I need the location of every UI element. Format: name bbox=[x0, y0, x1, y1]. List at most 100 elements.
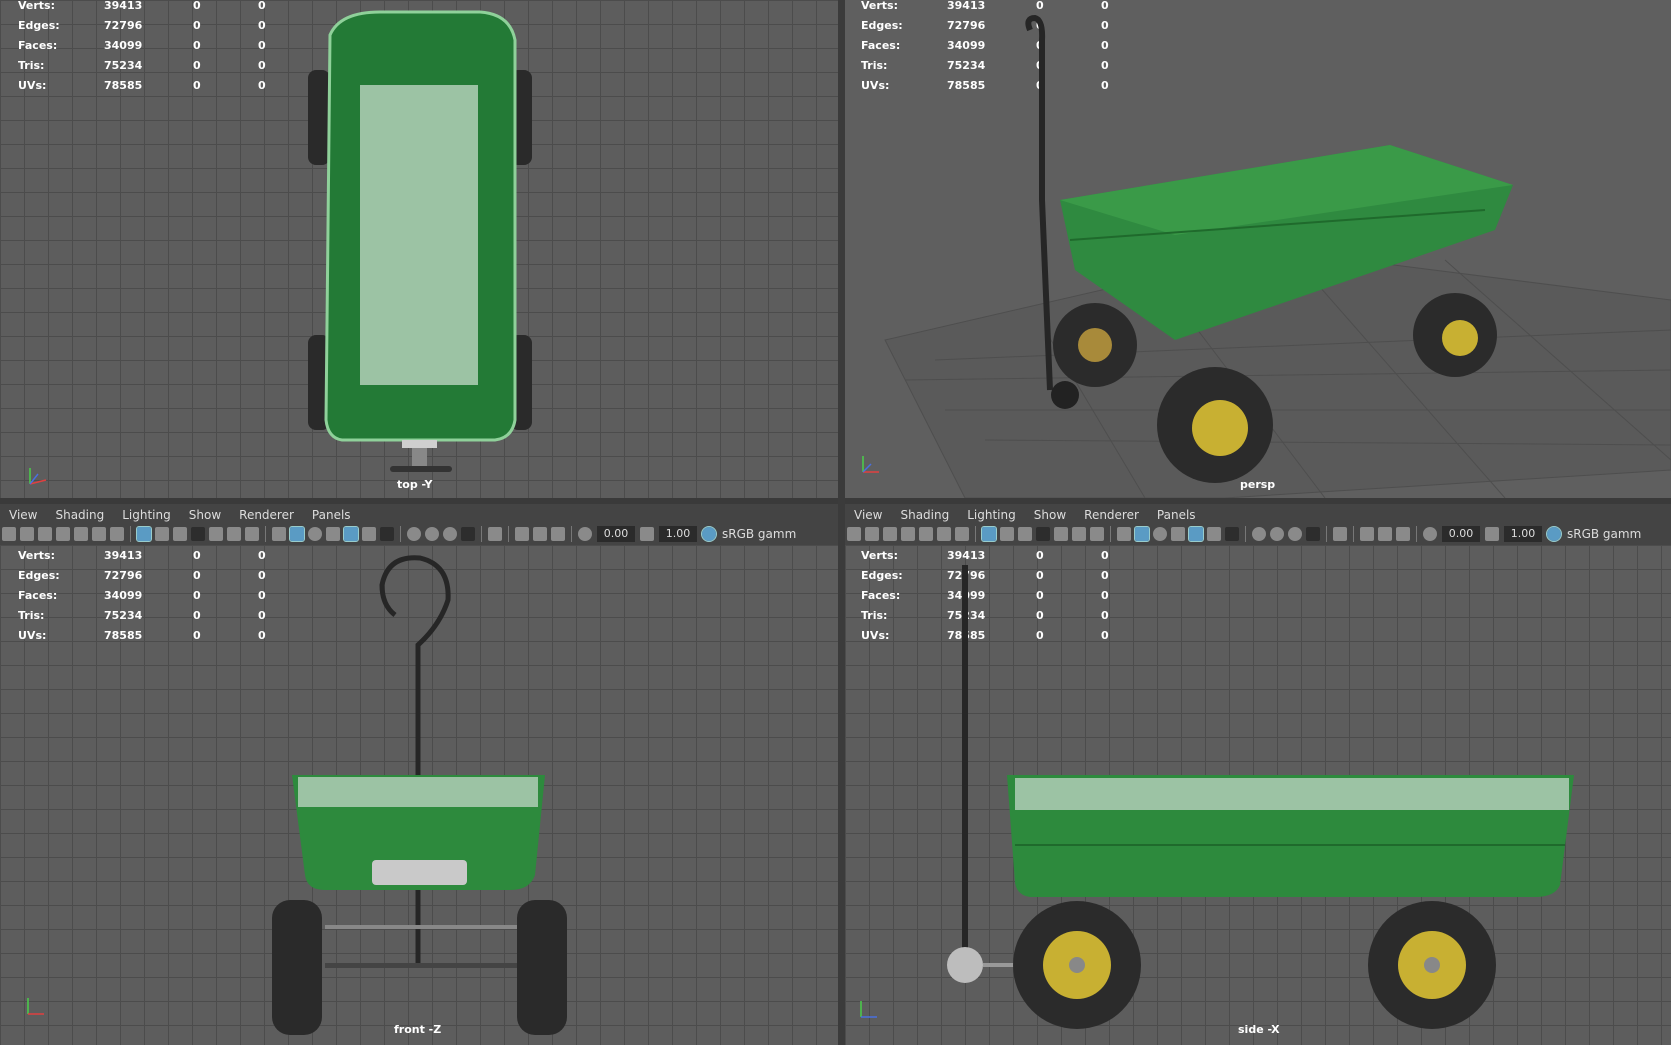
exposure-icon[interactable] bbox=[1423, 527, 1437, 541]
viewport-top[interactable]: Verts: 39413 0 0 Edges: 72796 0 0 Faces: 34099 0… bbox=[0, 0, 838, 498]
isolate-select-icon[interactable] bbox=[488, 527, 502, 541]
camera-lock-icon[interactable] bbox=[865, 527, 879, 541]
camera-icon[interactable] bbox=[847, 527, 861, 541]
resolution-gate-icon[interactable] bbox=[1018, 527, 1032, 541]
wireframe-icon[interactable] bbox=[272, 527, 286, 541]
camera-attrs-icon[interactable] bbox=[38, 527, 52, 541]
wagon-front-view[interactable] bbox=[0, 545, 838, 1045]
isolate-select-icon[interactable] bbox=[1333, 527, 1347, 541]
menu-renderer[interactable]: Renderer bbox=[230, 504, 303, 523]
gamma-field[interactable]: 1.00 bbox=[1504, 526, 1542, 542]
xray-components-icon[interactable] bbox=[551, 527, 565, 541]
grease-pencil-icon[interactable] bbox=[955, 527, 969, 541]
shadows-icon[interactable] bbox=[1225, 527, 1239, 541]
safe-action-icon[interactable] bbox=[1072, 527, 1086, 541]
toolbar-separator bbox=[1326, 526, 1327, 542]
2d-pan-icon[interactable] bbox=[937, 527, 951, 541]
screen-space-ao-icon[interactable] bbox=[407, 527, 421, 541]
wireframe-icon[interactable] bbox=[1117, 527, 1131, 541]
exposure-icon[interactable] bbox=[578, 527, 592, 541]
menu-view[interactable]: View bbox=[0, 504, 46, 523]
color-space-label[interactable]: sRGB gamm bbox=[722, 527, 796, 541]
resolution-gate-icon[interactable] bbox=[173, 527, 187, 541]
viewport-divider[interactable] bbox=[838, 0, 845, 1045]
color-management-icon[interactable] bbox=[701, 526, 717, 542]
2d-pan-icon[interactable] bbox=[92, 527, 106, 541]
exposure-field[interactable]: 0.00 bbox=[597, 526, 635, 542]
multisample-aa-icon[interactable] bbox=[1288, 527, 1302, 541]
toolbar-separator bbox=[571, 526, 572, 542]
textured-icon[interactable] bbox=[1188, 526, 1204, 542]
camera-label: persp bbox=[1240, 478, 1276, 491]
color-space-label[interactable]: sRGB gamm bbox=[1567, 527, 1641, 541]
screen-space-ao-icon[interactable] bbox=[1252, 527, 1266, 541]
camera-attrs-icon[interactable] bbox=[883, 527, 897, 541]
bookmark-icon[interactable] bbox=[901, 527, 915, 541]
field-chart-icon[interactable] bbox=[1054, 527, 1068, 541]
xray-icon[interactable] bbox=[515, 527, 529, 541]
wagon-persp-view[interactable] bbox=[845, 0, 1671, 498]
toolbar-separator bbox=[481, 526, 482, 542]
textured-icon[interactable] bbox=[343, 526, 359, 542]
camera-lock-icon[interactable] bbox=[20, 527, 34, 541]
menu-panels[interactable]: Panels bbox=[1148, 504, 1205, 523]
wagon-top-view[interactable] bbox=[0, 0, 838, 498]
image-plane-icon[interactable] bbox=[74, 527, 88, 541]
menu-show[interactable]: Show bbox=[1025, 504, 1075, 523]
safe-title-icon[interactable] bbox=[1090, 527, 1104, 541]
menu-lighting[interactable]: Lighting bbox=[113, 504, 180, 523]
image-plane-icon[interactable] bbox=[919, 527, 933, 541]
smooth-shade-icon[interactable] bbox=[1134, 526, 1150, 542]
menu-renderer[interactable]: Renderer bbox=[1075, 504, 1148, 523]
menu-panels[interactable]: Panels bbox=[303, 504, 360, 523]
toolbar-separator bbox=[400, 526, 401, 542]
xray-icon[interactable] bbox=[1360, 527, 1374, 541]
wagon-side-view[interactable] bbox=[845, 545, 1671, 1045]
gamma-icon[interactable] bbox=[1485, 527, 1499, 541]
gate-mask-icon[interactable] bbox=[1036, 527, 1050, 541]
multisample-aa-icon[interactable] bbox=[443, 527, 457, 541]
default-material-icon[interactable] bbox=[1153, 527, 1167, 541]
viewport-side[interactable]: Verts:3941300 Edges:7279600 Faces:340990… bbox=[845, 545, 1671, 1045]
motion-blur-icon[interactable] bbox=[425, 527, 439, 541]
camera-label: top -Y bbox=[397, 478, 433, 491]
gamma-field[interactable]: 1.00 bbox=[659, 526, 697, 542]
menu-show[interactable]: Show bbox=[180, 504, 230, 523]
depth-of-field-icon[interactable] bbox=[1306, 527, 1320, 541]
depth-of-field-icon[interactable] bbox=[461, 527, 475, 541]
toolbar-separator bbox=[1245, 526, 1246, 542]
wireframe-on-shaded-icon[interactable] bbox=[1171, 527, 1185, 541]
safe-title-icon[interactable] bbox=[245, 527, 259, 541]
wireframe-on-shaded-icon[interactable] bbox=[326, 527, 340, 541]
grid-icon[interactable] bbox=[136, 526, 152, 542]
bookmark-icon[interactable] bbox=[56, 527, 70, 541]
motion-blur-icon[interactable] bbox=[1270, 527, 1284, 541]
safe-action-icon[interactable] bbox=[227, 527, 241, 541]
exposure-field[interactable]: 0.00 bbox=[1442, 526, 1480, 542]
gate-mask-icon[interactable] bbox=[191, 527, 205, 541]
color-management-icon[interactable] bbox=[1546, 526, 1562, 542]
xray-joints-icon[interactable] bbox=[533, 527, 547, 541]
menu-view[interactable]: View bbox=[845, 504, 891, 523]
film-gate-icon[interactable] bbox=[155, 527, 169, 541]
menu-shading[interactable]: Shading bbox=[46, 504, 113, 523]
lights-icon[interactable] bbox=[1207, 527, 1221, 541]
grease-pencil-icon[interactable] bbox=[110, 527, 124, 541]
default-material-icon[interactable] bbox=[308, 527, 322, 541]
viewport-front[interactable]: Verts: 39413 0 0 Edges: 72796 0 0 Faces: 34099 0… bbox=[0, 545, 838, 1045]
lights-icon[interactable] bbox=[362, 527, 376, 541]
smooth-shade-icon[interactable] bbox=[289, 526, 305, 542]
gamma-icon[interactable] bbox=[640, 527, 654, 541]
field-chart-icon[interactable] bbox=[209, 527, 223, 541]
axis-gizmo bbox=[27, 998, 44, 1015]
viewport-persp[interactable]: Verts: 39413 0 0 Edges: 72796 0 0 Faces: 34099 0… bbox=[845, 0, 1671, 498]
shadows-icon[interactable] bbox=[380, 527, 394, 541]
menu-lighting[interactable]: Lighting bbox=[958, 504, 1025, 523]
film-gate-icon[interactable] bbox=[1000, 527, 1014, 541]
camera-icon[interactable] bbox=[2, 527, 16, 541]
menu-shading[interactable]: Shading bbox=[891, 504, 958, 523]
xray-components-icon[interactable] bbox=[1396, 527, 1410, 541]
viewport-toolbar: 0.00 1.00 sRGB gamm bbox=[0, 523, 838, 545]
xray-joints-icon[interactable] bbox=[1378, 527, 1392, 541]
grid-icon[interactable] bbox=[981, 526, 997, 542]
